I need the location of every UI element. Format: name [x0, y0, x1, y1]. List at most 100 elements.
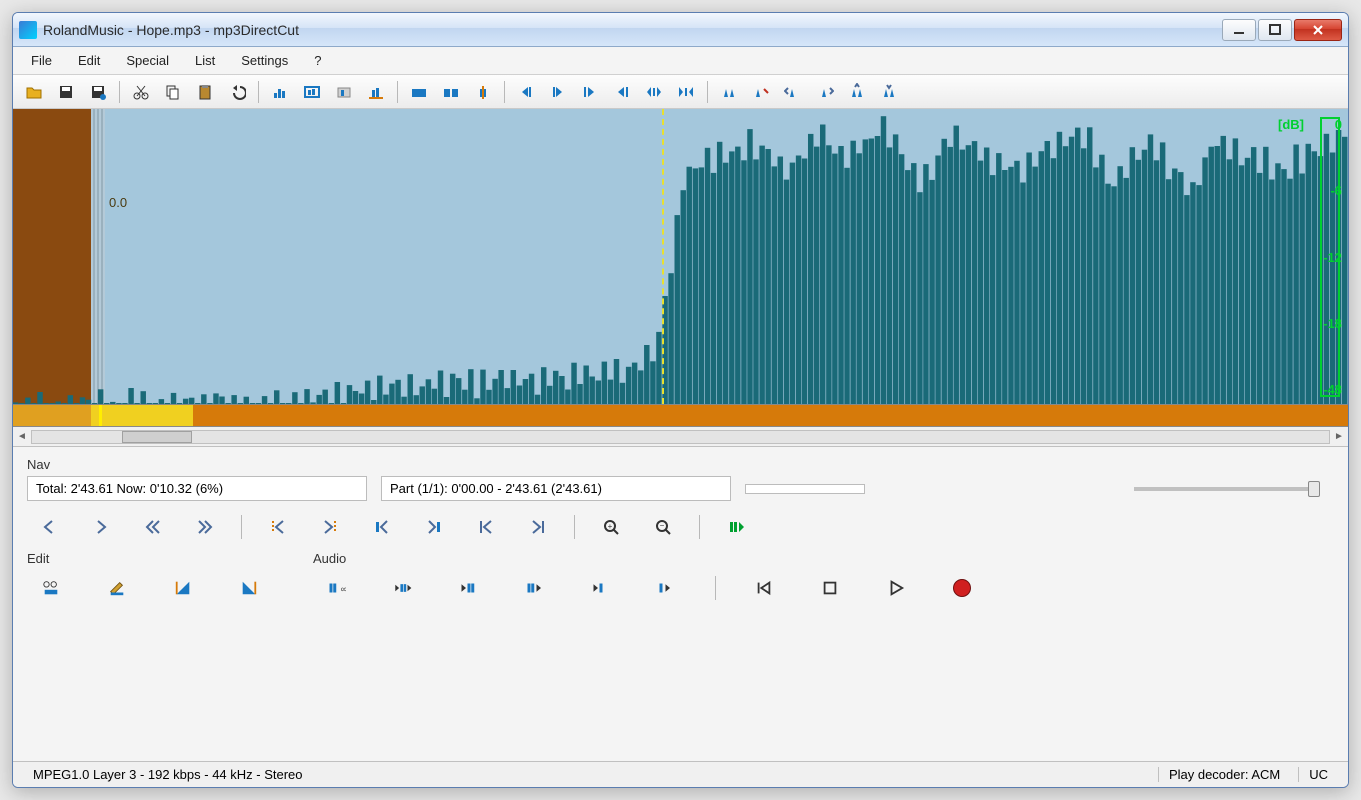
play-in-button[interactable] — [379, 572, 427, 604]
marker-end-button[interactable] — [607, 79, 637, 105]
marker-next-button[interactable] — [543, 79, 573, 105]
paste-button[interactable] — [190, 79, 220, 105]
nav-total-box: Total: 2'43.61 Now: 0'10.32 (6%) — [27, 476, 367, 501]
sel-split-button[interactable] — [468, 79, 498, 105]
toolbar-sep — [258, 81, 259, 103]
playhead-cursor[interactable] — [662, 109, 664, 404]
waveform-display[interactable]: 0.0 [dB] 0 -6 -12 -18 -48 — [13, 109, 1348, 405]
nav-sep — [699, 515, 700, 539]
nav-rew-button[interactable] — [131, 513, 175, 541]
nav-begin-button[interactable] — [464, 513, 508, 541]
status-format: MPEG1.0 Layer 3 - 192 kbps - 44 kHz - St… — [23, 767, 1150, 782]
fade-out-button[interactable] — [225, 572, 273, 604]
cue-prev-button[interactable] — [778, 79, 808, 105]
edit-group: Edit — [27, 551, 273, 604]
cue-add-button[interactable] — [714, 79, 744, 105]
zoom-out-button[interactable]: − — [641, 513, 685, 541]
sel-all-button[interactable] — [404, 79, 434, 105]
statusbar: MPEG1.0 Layer 3 - 192 kbps - 44 kHz - St… — [13, 761, 1348, 787]
marker-shrink-button[interactable] — [671, 79, 701, 105]
scroll-right-icon[interactable]: ► — [1330, 429, 1348, 445]
record-button[interactable] — [938, 572, 986, 604]
audio-sep — [715, 576, 716, 600]
toolbar-sep — [119, 81, 120, 103]
nav-sep — [241, 515, 242, 539]
zoom-in-button[interactable]: + — [589, 513, 633, 541]
nav-cut-end-button[interactable] — [412, 513, 456, 541]
titlebar[interactable]: RolandMusic - Hope.mp3 - mp3DirectCut — [13, 13, 1348, 47]
stop-button[interactable] — [806, 572, 854, 604]
control-panels: Nav Total: 2'43.61 Now: 0'10.32 (6%) Par… — [13, 447, 1348, 761]
record-icon — [953, 579, 971, 597]
zoom-mark-button[interactable] — [361, 79, 391, 105]
maximize-button[interactable] — [1258, 19, 1292, 41]
waveform-svg — [13, 108, 1348, 404]
scroll-track[interactable] — [31, 430, 1330, 444]
save-as-button[interactable] — [83, 79, 113, 105]
nav-slider[interactable] — [1134, 487, 1314, 491]
menu-special[interactable]: Special — [114, 49, 181, 72]
menu-help[interactable]: ? — [302, 49, 333, 72]
nav-cut-start-button[interactable] — [360, 513, 404, 541]
toolbar — [13, 75, 1348, 109]
cut-button[interactable] — [126, 79, 156, 105]
skip-back-button[interactable] — [740, 572, 788, 604]
scroll-thumb[interactable] — [122, 431, 192, 443]
nav-buttons: + − — [27, 513, 1334, 541]
play-button[interactable] — [872, 572, 920, 604]
nav-sel-end-button[interactable] — [308, 513, 352, 541]
horizontal-scrollbar[interactable]: ◄ ► — [13, 427, 1348, 447]
cue-down-button[interactable] — [874, 79, 904, 105]
zoom-fit-button[interactable] — [297, 79, 327, 105]
app-window: RolandMusic - Hope.mp3 - mp3DirectCut Fi… — [12, 12, 1349, 788]
play-from-button[interactable] — [577, 572, 625, 604]
menubar: File Edit Special List Settings ? — [13, 47, 1348, 75]
minimize-button[interactable] — [1222, 19, 1256, 41]
close-button[interactable] — [1294, 19, 1342, 41]
db-header-label: [dB] — [1278, 117, 1304, 132]
play-to-button[interactable] — [643, 572, 691, 604]
play-sel-button[interactable] — [714, 513, 758, 541]
scroll-left-icon[interactable]: ◄ — [13, 429, 31, 445]
open-button[interactable] — [19, 79, 49, 105]
edit-cut-button[interactable] — [27, 572, 75, 604]
app-icon — [19, 21, 37, 39]
menu-settings[interactable]: Settings — [229, 49, 300, 72]
nav-next-button[interactable] — [79, 513, 123, 541]
overview-before — [13, 405, 91, 426]
cue-next-button[interactable] — [810, 79, 840, 105]
undo-button[interactable] — [222, 79, 252, 105]
nav-fwd-button[interactable] — [183, 513, 227, 541]
nav-sel-start-button[interactable] — [256, 513, 300, 541]
loop-button[interactable]: ∞ — [313, 572, 361, 604]
overview-bar[interactable] — [13, 405, 1348, 427]
fade-in-button[interactable] — [159, 572, 207, 604]
marker-expand-button[interactable] — [639, 79, 669, 105]
db-meter — [1320, 117, 1340, 397]
copy-button[interactable] — [158, 79, 188, 105]
nav-end-button[interactable] — [516, 513, 560, 541]
edit-label: Edit — [27, 551, 273, 566]
svg-text:+: + — [608, 522, 613, 531]
sel-clear-button[interactable] — [436, 79, 466, 105]
marker-prev-button[interactable] — [511, 79, 541, 105]
menu-edit[interactable]: Edit — [66, 49, 112, 72]
play-out-button[interactable] — [511, 572, 559, 604]
slider-knob[interactable] — [1308, 481, 1320, 497]
save-button[interactable] — [51, 79, 81, 105]
zoom-sel-button[interactable] — [329, 79, 359, 105]
marker-start-button[interactable] — [575, 79, 605, 105]
menu-file[interactable]: File — [19, 49, 64, 72]
cue-up-button[interactable] — [842, 79, 872, 105]
nav-label: Nav — [27, 457, 1334, 472]
play-sel-button[interactable] — [445, 572, 493, 604]
nav-prev-button[interactable] — [27, 513, 71, 541]
nav-part-box: Part (1/1): 0'00.00 - 2'43.61 (2'43.61) — [381, 476, 731, 501]
menu-list[interactable]: List — [183, 49, 227, 72]
nav-sep — [574, 515, 575, 539]
edit-pen-button[interactable] — [93, 572, 141, 604]
cue-del-button[interactable] — [746, 79, 776, 105]
nav-group: Nav Total: 2'43.61 Now: 0'10.32 (6%) Par… — [27, 457, 1334, 541]
zoom-region-button[interactable] — [265, 79, 295, 105]
status-decoder: Play decoder: ACM — [1158, 767, 1290, 782]
